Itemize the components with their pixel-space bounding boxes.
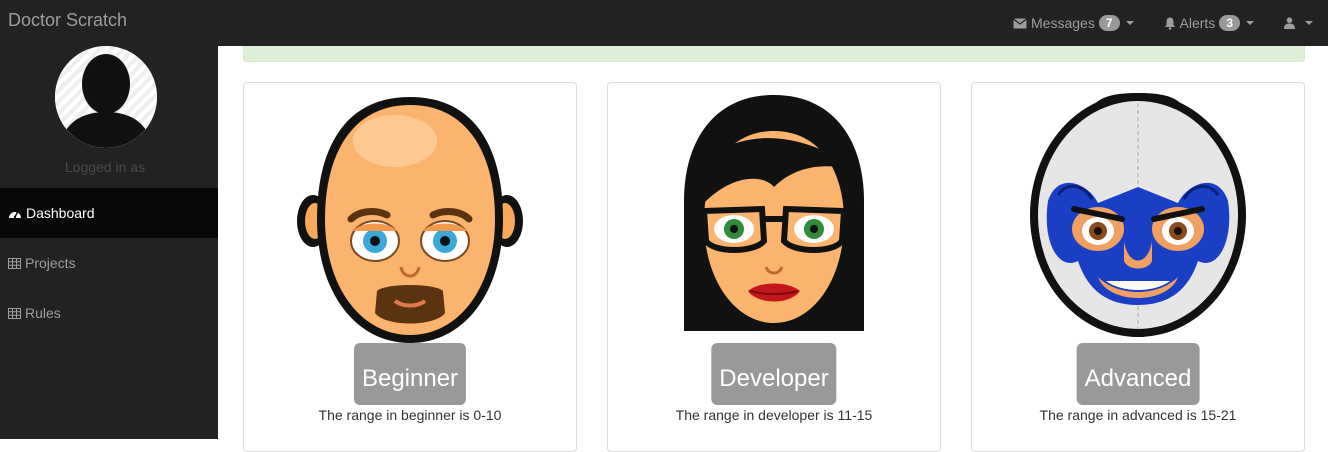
messages-dropdown[interactable]: Messages 7 [998, 0, 1149, 46]
sidebar-item-label: Rules [25, 305, 61, 321]
top-navbar: Doctor Scratch Messages 7 Alerts 3 [0, 0, 1328, 46]
developer-avatar-image [684, 95, 864, 331]
user-icon [1284, 17, 1295, 29]
chevron-down-icon [1125, 21, 1134, 25]
table-icon [8, 257, 21, 269]
level-range-text: The range in developer is 11-15 [675, 407, 873, 423]
level-card-developer: Developer The range in developer is 11-1… [607, 82, 941, 452]
avatar [55, 46, 157, 148]
chevron-down-icon [1305, 21, 1313, 25]
alerts-count-badge: 3 [1219, 15, 1240, 31]
sidebar-item-rules[interactable]: Rules [0, 288, 218, 338]
logged-in-label: Logged in as [64, 159, 146, 175]
top-nav: Messages 7 Alerts 3 [998, 0, 1328, 46]
dashboard-icon [8, 207, 22, 219]
level-card-advanced: Advanced The range in advanced is 15-21 [971, 82, 1305, 452]
sidebar-item-projects[interactable]: Projects [0, 238, 218, 288]
level-button-advanced[interactable]: Advanced [1076, 343, 1200, 405]
advanced-avatar-image [1030, 93, 1246, 337]
messages-label: Messages [1031, 15, 1095, 31]
sidebar: Logged in as Dashboard Projects Rules [0, 46, 218, 439]
success-alert [243, 46, 1305, 62]
level-range-text: The range in advanced is 15-21 [1039, 407, 1237, 423]
level-range-text: The range in beginner is 0-10 [318, 407, 502, 423]
bell-icon [1164, 17, 1176, 30]
beginner-avatar-image [297, 97, 523, 343]
brand-title[interactable]: Doctor Scratch [8, 10, 127, 31]
alerts-dropdown[interactable]: Alerts 3 [1149, 0, 1269, 46]
user-dropdown[interactable] [1269, 0, 1328, 46]
envelope-icon [1013, 18, 1027, 29]
alerts-label: Alerts [1179, 15, 1216, 31]
level-button-developer[interactable]: Developer [711, 343, 837, 405]
sidebar-item-dashboard[interactable]: Dashboard [0, 188, 218, 238]
chevron-down-icon [1246, 21, 1254, 25]
messages-count-badge: 7 [1098, 15, 1120, 31]
sidebar-item-label: Dashboard [26, 205, 95, 221]
sidebar-item-label: Projects [25, 255, 76, 271]
level-card-beginner: Beginner The range in beginner is 0-10 [243, 82, 577, 452]
level-button-beginner[interactable]: Beginner [353, 343, 467, 405]
table-icon [8, 307, 21, 319]
